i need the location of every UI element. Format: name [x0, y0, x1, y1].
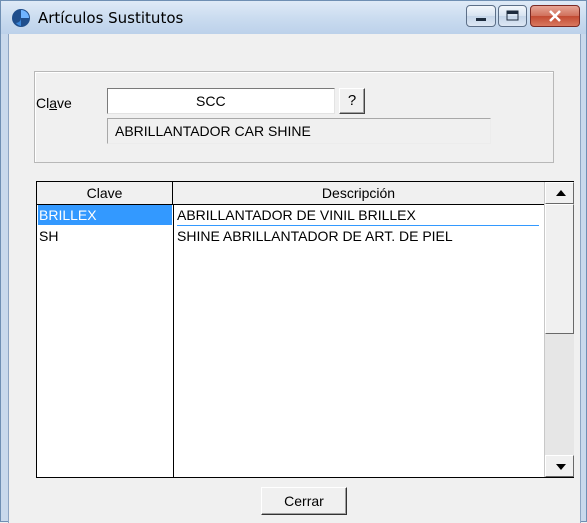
- cell-clave: SH: [39, 228, 59, 244]
- substitutes-grid[interactable]: Clave Descripción BRILLEX ABRILLANTADOR …: [36, 181, 574, 478]
- blue-swirl-icon: [12, 9, 30, 27]
- dialog-client-area: Clave SCC ? ABRILLANTADOR CAR SHINE Clav…: [8, 34, 581, 523]
- close-window-button[interactable]: [530, 5, 580, 27]
- cerrar-button[interactable]: Cerrar: [261, 487, 347, 515]
- cell-clave: BRILLEX: [38, 205, 172, 225]
- close-icon: [549, 10, 561, 22]
- dialog-window: Artículos Sustitutos Clave SCC ? ABRILLA…: [0, 0, 587, 523]
- scroll-up-button[interactable]: [545, 182, 574, 204]
- maximize-icon: [506, 10, 519, 21]
- scroll-track[interactable]: [545, 334, 574, 455]
- maximize-button[interactable]: [498, 5, 527, 27]
- table-row[interactable]: SH SHINE ABRILLANTADOR DE ART. DE PIEL: [37, 226, 544, 246]
- minimize-button[interactable]: [466, 5, 496, 27]
- vertical-scrollbar[interactable]: [544, 182, 574, 477]
- column-header-clave[interactable]: Clave: [37, 182, 173, 204]
- title-bar[interactable]: Artículos Sustitutos: [1, 1, 586, 34]
- clave-input[interactable]: SCC: [107, 88, 335, 114]
- description-field: ABRILLANTADOR CAR SHINE: [107, 118, 491, 144]
- scroll-down-button[interactable]: [545, 455, 574, 477]
- arrow-up-icon: [556, 190, 566, 196]
- cell-descripcion: ABRILLANTADOR DE VINIL BRILLEX: [177, 205, 539, 226]
- arrow-down-icon: [556, 464, 566, 470]
- search-groupbox: [34, 71, 554, 163]
- minimize-icon: [476, 18, 486, 21]
- cell-descripcion: SHINE ABRILLANTADOR DE ART. DE PIEL: [177, 228, 453, 244]
- help-lookup-button[interactable]: ?: [339, 88, 365, 114]
- table-row[interactable]: BRILLEX ABRILLANTADOR DE VINIL BRILLEX: [37, 205, 544, 226]
- clave-label: Clave: [36, 95, 72, 111]
- window-title: Artículos Sustitutos: [38, 9, 184, 27]
- column-header-descripcion[interactable]: Descripción: [173, 182, 544, 204]
- grid-header: Clave Descripción: [37, 182, 544, 205]
- scroll-thumb[interactable]: [545, 204, 574, 334]
